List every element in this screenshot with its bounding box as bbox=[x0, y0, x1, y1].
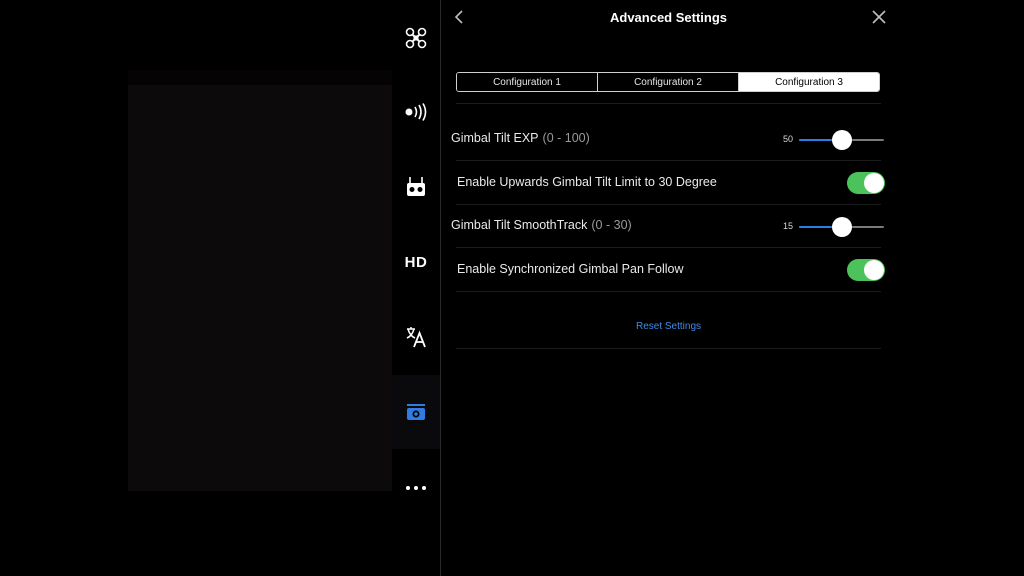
sidebar-item-sensors[interactable] bbox=[392, 75, 440, 149]
gimbal-tilt-smoothtrack-slider-thumb[interactable] bbox=[831, 217, 852, 237]
sidebar-item-more[interactable] bbox=[392, 451, 440, 525]
camera-preview bbox=[128, 85, 392, 491]
advanced-settings-panel: Advanced Settings Configuration 1 Config… bbox=[441, 0, 896, 576]
sidebar-item-hd[interactable]: HD bbox=[392, 225, 440, 299]
sensor-icon bbox=[405, 103, 427, 121]
panel-header: Advanced Settings bbox=[441, 0, 896, 34]
gimbal-tilt-exp-range: (0 - 100) bbox=[542, 131, 590, 145]
setting-row-gimbal-tilt-smoothtrack: Gimbal Tilt SmoothTrack (0 - 30) 15 bbox=[451, 205, 887, 247]
gimbal-tilt-smoothtrack-label: Gimbal Tilt SmoothTrack bbox=[451, 218, 588, 232]
synchronized-pan-follow-toggle[interactable] bbox=[847, 259, 885, 281]
camera-view-edge bbox=[128, 70, 392, 85]
aircraft-icon bbox=[405, 27, 427, 49]
hd-link-label: HD bbox=[404, 253, 428, 271]
sidebar-item-remote-controller[interactable] bbox=[392, 150, 440, 224]
setting-row-upwards-tilt-limit: Enable Upwards Gimbal Tilt Limit to 30 D… bbox=[451, 162, 887, 204]
setting-label: Gimbal Tilt EXP (0 - 100) bbox=[451, 131, 590, 145]
divider bbox=[456, 247, 881, 248]
settings-sidebar: HD bbox=[392, 0, 440, 576]
gimbal-tilt-exp-slider-thumb[interactable] bbox=[831, 130, 852, 150]
gimbal-tilt-exp-label: Gimbal Tilt EXP bbox=[451, 131, 539, 145]
upwards-tilt-limit-toggle[interactable] bbox=[847, 172, 885, 194]
divider bbox=[456, 291, 881, 292]
synchronized-pan-follow-label: Enable Synchronized Gimbal Pan Follow bbox=[457, 262, 684, 276]
setting-row-synchronized-pan-follow: Enable Synchronized Gimbal Pan Follow bbox=[451, 249, 887, 291]
toggle-knob bbox=[864, 260, 884, 280]
tab-configuration-1[interactable]: Configuration 1 bbox=[457, 73, 598, 91]
gimbal-tilt-exp-value: 50 bbox=[782, 134, 793, 144]
gimbal-camera-icon bbox=[407, 404, 425, 420]
close-button[interactable] bbox=[871, 9, 887, 25]
upwards-tilt-limit-label: Enable Upwards Gimbal Tilt Limit to 30 D… bbox=[457, 175, 717, 189]
sidebar-item-gimbal-camera[interactable] bbox=[392, 375, 440, 449]
tab-configuration-2[interactable]: Configuration 2 bbox=[598, 73, 739, 91]
gimbal-tilt-smoothtrack-range: (0 - 30) bbox=[591, 218, 632, 232]
tab-configuration-3[interactable]: Configuration 3 bbox=[739, 73, 879, 91]
more-icon bbox=[406, 486, 426, 490]
sidebar-item-language[interactable] bbox=[392, 300, 440, 374]
divider bbox=[456, 103, 881, 104]
reset-settings-button[interactable]: Reset Settings bbox=[441, 321, 896, 332]
setting-row-gimbal-tilt-exp: Gimbal Tilt EXP (0 - 100) 50 bbox=[451, 118, 887, 160]
divider bbox=[456, 348, 881, 349]
page-title: Advanced Settings bbox=[609, 10, 728, 25]
close-icon bbox=[872, 10, 886, 24]
setting-label: Gimbal Tilt SmoothTrack (0 - 30) bbox=[451, 218, 632, 232]
remote-controller-icon bbox=[407, 177, 425, 196]
gimbal-tilt-smoothtrack-value: 15 bbox=[782, 221, 793, 231]
toggle-knob bbox=[864, 173, 884, 193]
language-icon bbox=[406, 327, 426, 348]
sidebar-item-aircraft[interactable] bbox=[392, 1, 440, 75]
configuration-tabs: Configuration 1 Configuration 2 Configur… bbox=[456, 72, 880, 92]
divider bbox=[456, 160, 881, 161]
